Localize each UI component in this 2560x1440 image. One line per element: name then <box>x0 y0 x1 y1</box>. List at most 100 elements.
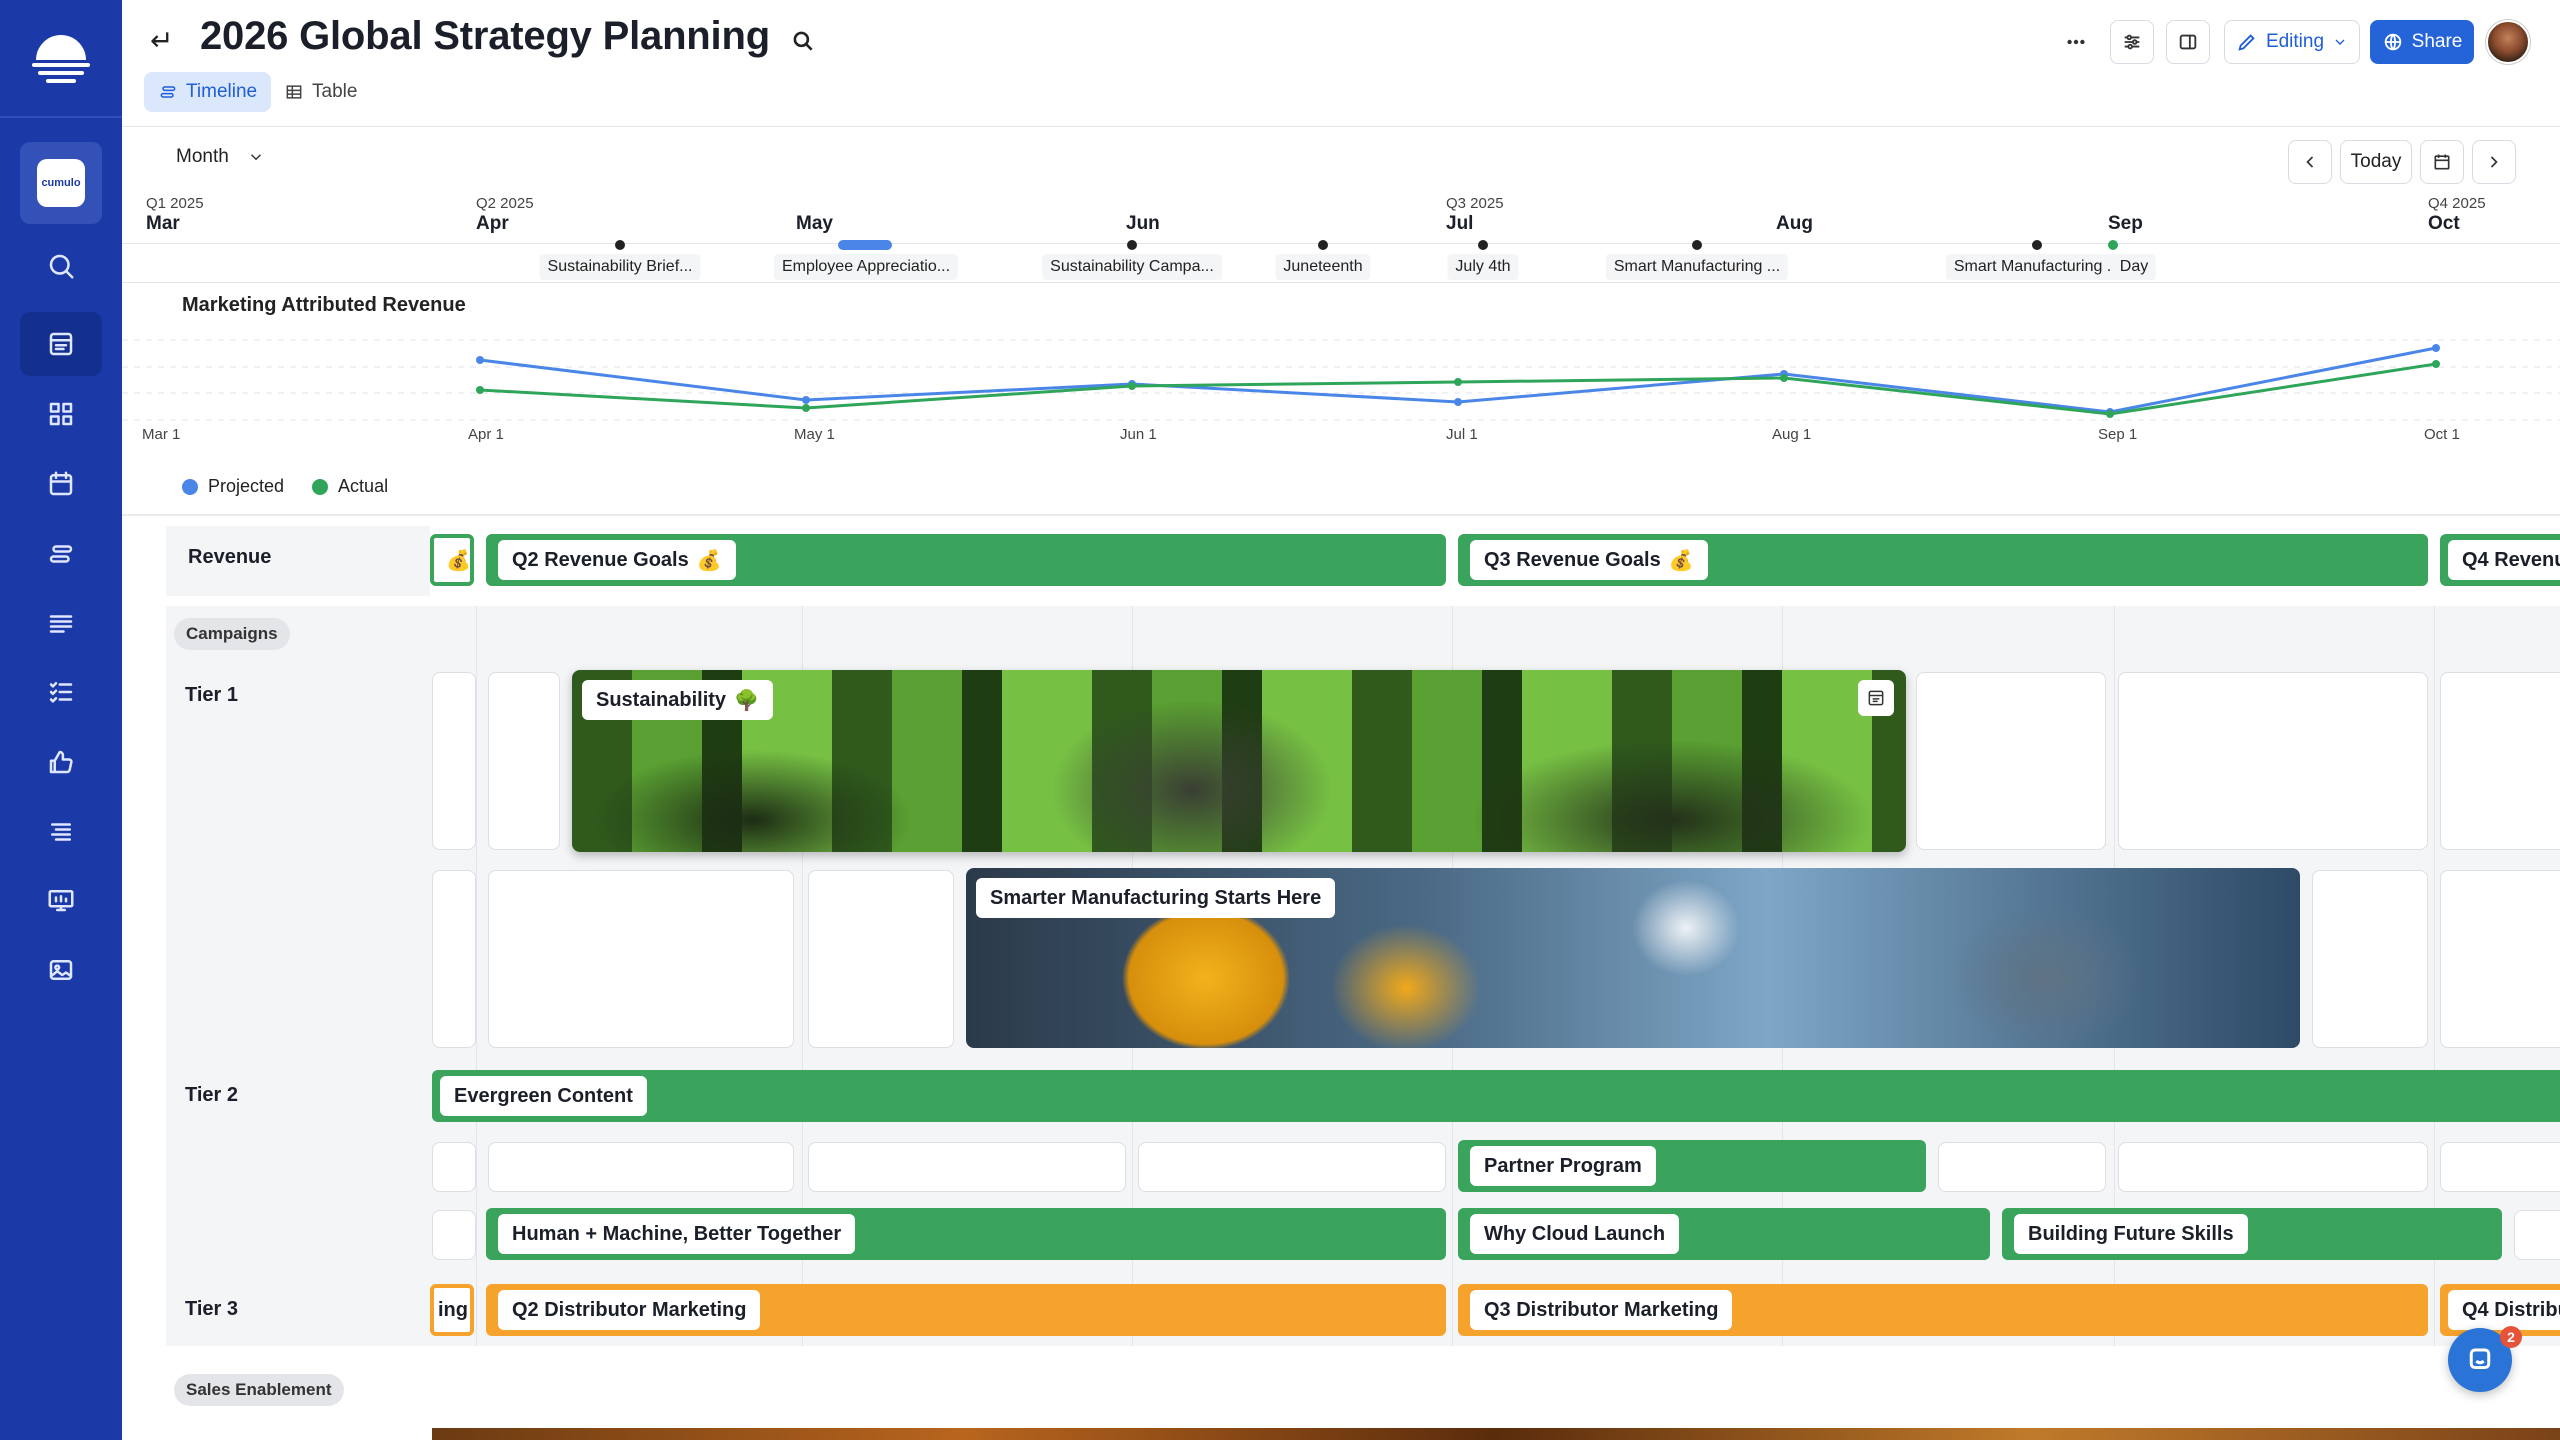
empty-slot[interactable] <box>432 672 476 850</box>
data-point-actual[interactable] <box>2432 360 2440 368</box>
card-label-text: Sustainability <box>596 688 727 711</box>
empty-slot[interactable] <box>432 1210 476 1260</box>
today-button[interactable]: Today <box>2340 140 2412 184</box>
tier3-bar-q4-distributor[interactable]: Q4 Distribu <box>2440 1284 2560 1336</box>
next-period-button[interactable] <box>2472 140 2516 184</box>
empty-slot[interactable] <box>1138 1142 1446 1192</box>
group-chip-sales-enablement[interactable]: Sales Enablement <box>174 1374 344 1406</box>
data-point-actual[interactable] <box>1454 378 1462 386</box>
revenue-bar-q2[interactable]: Q2 Revenue Goals 💰 <box>486 534 1446 586</box>
sidebar-checklist-icon[interactable] <box>20 660 102 724</box>
event-marker[interactable] <box>615 240 625 250</box>
title-search-icon[interactable] <box>790 28 818 56</box>
empty-slot[interactable] <box>2440 672 2560 850</box>
empty-slot[interactable] <box>808 1142 1126 1192</box>
empty-slot[interactable] <box>432 870 476 1048</box>
legend-projected[interactable]: Projected <box>182 476 284 497</box>
back-icon[interactable]: ↵ <box>150 24 182 60</box>
campaign-card-smarter-manufacturing[interactable]: Smarter Manufacturing Starts Here <box>966 868 2300 1048</box>
data-point-actual[interactable] <box>1128 382 1136 390</box>
event-label[interactable]: Employee Appreciatio... <box>773 254 959 280</box>
tier3-bar-q2-distributor[interactable]: Q2 Distributor Marketing <box>486 1284 1446 1336</box>
empty-slot[interactable] <box>2440 870 2560 1048</box>
event-label[interactable]: Smart Manufacturing ... <box>1605 254 1789 280</box>
sidebar-list-icon[interactable] <box>20 592 102 656</box>
more-options-button[interactable] <box>2054 20 2098 64</box>
event-label[interactable]: Juneteenth <box>1275 254 1371 280</box>
tab-timeline[interactable]: Timeline <box>144 72 272 112</box>
event-marker[interactable] <box>2032 240 2042 250</box>
sidebar-roadmap-icon[interactable] <box>20 312 102 376</box>
event-marker[interactable] <box>1127 240 1137 250</box>
event-label[interactable]: Day <box>2111 254 2157 280</box>
zoom-select[interactable]: Month <box>176 146 265 168</box>
previous-period-button[interactable] <box>2288 140 2332 184</box>
x-tick-label: May 1 <box>794 426 835 443</box>
sidebar-timeline-icon[interactable] <box>20 522 102 586</box>
empty-slot[interactable] <box>1938 1142 2106 1192</box>
empty-slot[interactable] <box>432 1142 476 1192</box>
user-avatar[interactable] <box>2486 20 2530 64</box>
timeline-divider <box>122 282 2560 283</box>
legend-actual[interactable]: Actual <box>312 476 388 497</box>
sidebar-image-icon[interactable] <box>20 938 102 1002</box>
toggle-panel-button[interactable] <box>2166 20 2210 64</box>
event-marker[interactable] <box>1692 240 1702 250</box>
revenue-bar-q3[interactable]: Q3 Revenue Goals 💰 <box>1458 534 2428 586</box>
money-bag-icon: 💰 <box>1668 549 1694 572</box>
sidebar-search-icon[interactable] <box>20 234 102 298</box>
empty-slot[interactable] <box>2440 1142 2560 1192</box>
tier2-bar-why-cloud[interactable]: Why Cloud Launch <box>1458 1208 1990 1260</box>
tier3-bar-q1-distributor[interactable]: ing <box>430 1284 474 1336</box>
tier3-bar-q3-distributor[interactable]: Q3 Distributor Marketing <box>1458 1284 2428 1336</box>
sidebar-notes-icon[interactable] <box>20 800 102 864</box>
event-label[interactable]: July 4th <box>1447 254 1519 280</box>
tier2-bar-evergreen[interactable]: Evergreen Content <box>432 1070 2560 1122</box>
data-point-projected[interactable] <box>1454 398 1462 406</box>
empty-slot[interactable] <box>488 870 794 1048</box>
campaign-card-sustainability[interactable]: Sustainability 🌳 <box>572 670 1906 852</box>
empty-slot[interactable] <box>2118 672 2428 850</box>
app-logo-icon[interactable] <box>28 26 94 86</box>
sidebar-thumbs-up-icon[interactable] <box>20 730 102 794</box>
group-chip-campaigns[interactable]: Campaigns <box>174 618 290 650</box>
data-point-projected[interactable] <box>802 396 810 404</box>
empty-slot[interactable] <box>808 870 954 1048</box>
empty-slot[interactable] <box>488 672 560 850</box>
empty-slot[interactable] <box>2514 1210 2560 1260</box>
data-point-actual[interactable] <box>1780 374 1788 382</box>
filter-settings-button[interactable] <box>2110 20 2154 64</box>
sidebar-calendar-icon[interactable] <box>20 452 102 516</box>
tab-table[interactable]: Table <box>270 72 371 112</box>
card-details-icon[interactable] <box>1858 680 1894 716</box>
workspace-switcher[interactable]: cumulo <box>20 142 102 224</box>
event-marker[interactable] <box>1318 240 1328 250</box>
event-marker[interactable] <box>2108 240 2118 250</box>
lane-gap <box>166 1352 430 1362</box>
date-picker-button[interactable] <box>2420 140 2464 184</box>
event-range-marker[interactable] <box>838 240 892 250</box>
data-point-actual[interactable] <box>802 404 810 412</box>
event-label[interactable]: Sustainability Campa... <box>1042 254 1222 280</box>
tier2-bar-human-machine[interactable]: Human + Machine, Better Together <box>486 1208 1446 1260</box>
tier2-bar-partner-program[interactable]: Partner Program <box>1458 1140 1926 1192</box>
event-label[interactable]: Smart Manufacturing ... <box>1945 254 2129 280</box>
sales-enablement-card-preview[interactable] <box>432 1428 2560 1440</box>
event-label[interactable]: Sustainability Brief... <box>539 254 701 280</box>
sidebar-presentation-icon[interactable] <box>20 868 102 932</box>
event-marker[interactable] <box>1478 240 1488 250</box>
sidebar-grid-icon[interactable] <box>20 382 102 446</box>
empty-slot[interactable] <box>2312 870 2428 1048</box>
data-point-projected[interactable] <box>476 356 484 364</box>
data-point-actual[interactable] <box>476 386 484 394</box>
share-button[interactable]: Share <box>2370 20 2474 64</box>
editing-mode-dropdown[interactable]: Editing <box>2224 20 2360 64</box>
empty-slot[interactable] <box>488 1142 794 1192</box>
empty-slot[interactable] <box>1916 672 2106 850</box>
revenue-bar-q1[interactable]: 💰 <box>430 534 474 586</box>
tier2-bar-future-skills[interactable]: Building Future Skills <box>2002 1208 2502 1260</box>
revenue-bar-q4[interactable]: Q4 Revenu <box>2440 534 2560 586</box>
data-point-actual[interactable] <box>2106 410 2114 418</box>
empty-slot[interactable] <box>2118 1142 2428 1192</box>
data-point-projected[interactable] <box>2432 344 2440 352</box>
